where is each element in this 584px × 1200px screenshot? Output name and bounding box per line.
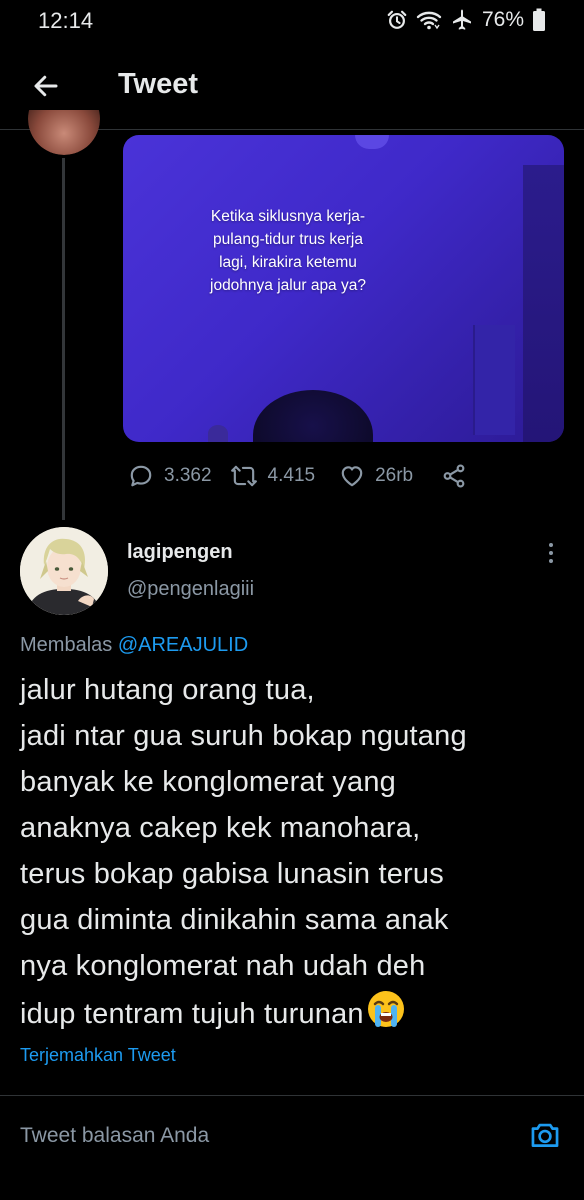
mention-link[interactable]: @AREAJULID	[118, 634, 248, 656]
tweet-actions: 3.362 4.415 26rb	[128, 459, 467, 493]
battery-icon	[533, 8, 545, 31]
reply-bar-bottom	[0, 1170, 584, 1200]
more-options-button[interactable]	[538, 538, 564, 568]
page-title: Tweet	[118, 68, 199, 100]
reply-button[interactable]: 3.362	[128, 463, 212, 489]
reply-divider	[0, 1095, 584, 1096]
tweet-text-line: jadi ntar gua suruh bokap ngutang	[20, 720, 467, 752]
share-button[interactable]	[441, 463, 467, 489]
tweet-text-line: terus bokap gabisa lunasin terus	[20, 858, 444, 890]
tweet-text: jalur hutang orang tua, jadi ntar gua su…	[20, 667, 580, 1037]
heart-icon	[341, 466, 363, 487]
more-dot	[549, 551, 553, 555]
reply-icon	[130, 465, 152, 487]
author-handle[interactable]: @pengenlagiii	[127, 578, 254, 601]
translate-tweet-link[interactable]: Terjemahkan Tweet	[20, 1045, 176, 1066]
loudly-crying-face-icon	[367, 991, 404, 1027]
reply-count: 3.362	[164, 465, 212, 486]
tweet-text-line: nya konglomerat nah udah deh	[20, 950, 426, 982]
tweet-text-line: gua diminta dinikahin sama anak	[20, 904, 449, 936]
tweet-text-line: jalur hutang orang tua,	[20, 674, 315, 706]
airplane-icon	[452, 9, 471, 30]
replying-to: Membalas @AREAJULID	[20, 634, 248, 657]
share-icon	[443, 464, 465, 488]
tweet-text-line: idup tentram tujuh turunan	[20, 998, 364, 1030]
door	[523, 165, 564, 442]
arrow-left-icon	[34, 75, 58, 97]
plant	[208, 425, 228, 442]
thread-line	[62, 158, 65, 520]
tweet-text-line: anaknya cakep kek manohara,	[20, 812, 421, 844]
more-dot	[549, 559, 553, 563]
status-time: 12:14	[38, 8, 94, 33]
author-avatar[interactable]	[20, 527, 108, 615]
retweet-icon	[230, 465, 257, 487]
tweet-text-last-line: idup tentram tujuh turunan	[20, 989, 580, 1037]
camera-icon	[531, 1123, 559, 1147]
alarm-icon	[387, 10, 407, 29]
reply-input[interactable]	[20, 1120, 500, 1152]
tweet-text-line: banyak ke konglomerat yang	[20, 766, 396, 798]
previous-tweet-avatar[interactable]	[28, 110, 100, 155]
like-button[interactable]: 26rb	[339, 463, 413, 489]
retweet-button[interactable]: 4.415	[230, 463, 316, 489]
wifi-icon	[416, 11, 442, 30]
ceiling-lamp	[355, 135, 389, 149]
like-count: 26rb	[375, 465, 414, 486]
person-silhouette	[253, 390, 373, 442]
anime-avatar-illustration	[20, 527, 108, 615]
retweet-count: 4.415	[267, 465, 316, 486]
replying-to-label: Membalas	[20, 634, 113, 656]
back-button[interactable]	[22, 62, 70, 110]
author-display-name[interactable]: lagipengen	[127, 541, 233, 564]
media-caption: Ketika siklusnya kerja- pulang-tidur tru…	[210, 208, 366, 294]
status-icons: 76%	[386, 7, 546, 33]
battery-percentage: 76%	[481, 8, 524, 31]
camera-button[interactable]	[526, 1116, 564, 1154]
status-bar: 12:14 76%	[0, 0, 584, 40]
tweet-media-image[interactable]: Ketika siklusnya kerja- pulang-tidur tru…	[123, 135, 564, 442]
more-dot	[549, 543, 553, 547]
shelf	[473, 325, 515, 435]
